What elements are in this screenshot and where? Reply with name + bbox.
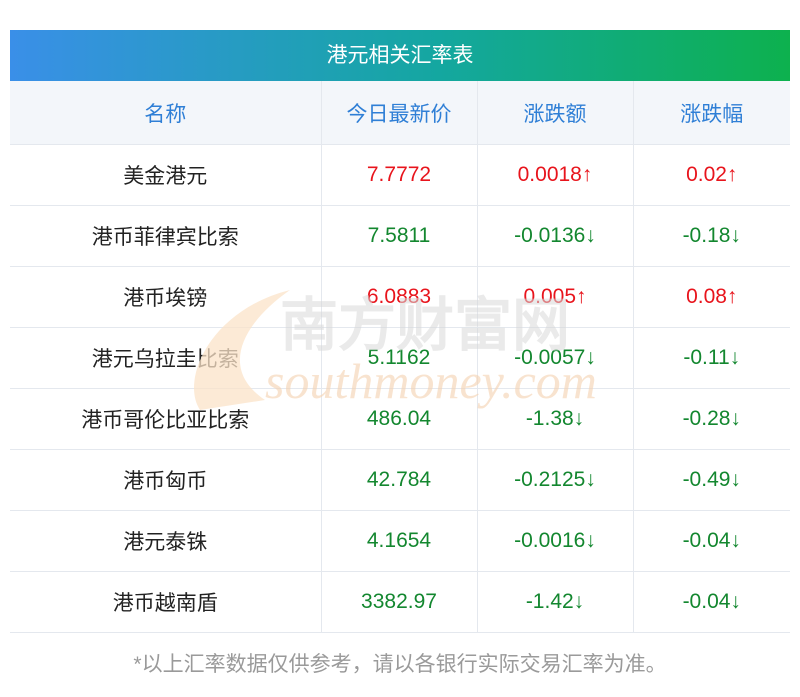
rate-table-container: 港元相关汇率表 名称 今日最新价 涨跌额 涨跌幅 美金港元 7.7772 0.0… (10, 30, 790, 633)
table-row: 港币埃镑 6.0883 0.005↑ 0.08↑ (10, 266, 790, 328)
table-row: 港元乌拉圭比索 5.1162 -0.0057↓ -0.11↓ (10, 327, 790, 389)
change-amount: 0.0018↑ (476, 144, 633, 206)
change-percent: 0.08↑ (632, 266, 790, 328)
latest-price: 42.784 (320, 449, 477, 511)
table-row: 港元泰铢 4.1654 -0.0016↓ -0.04↓ (10, 510, 790, 572)
table-row: 美金港元 7.7772 0.0018↑ 0.02↑ (10, 144, 790, 206)
change-percent: -0.11↓ (632, 327, 790, 389)
table-title: 港元相关汇率表 (10, 30, 790, 81)
latest-price: 7.5811 (320, 205, 477, 267)
table-body: 美金港元 7.7772 0.0018↑ 0.02↑ 港币菲律宾比索 7.5811… (10, 144, 790, 633)
change-amount: -1.38↓ (476, 388, 633, 450)
table-row: 港币哥伦比亚比索 486.04 -1.38↓ -0.28↓ (10, 388, 790, 450)
latest-price: 3382.97 (320, 571, 477, 633)
change-amount: -0.0057↓ (476, 327, 633, 389)
change-percent: 0.02↑ (632, 144, 790, 206)
latest-price: 5.1162 (320, 327, 477, 389)
header-change: 涨跌额 (476, 81, 633, 145)
rate-table: 名称 今日最新价 涨跌额 涨跌幅 美金港元 7.7772 0.0018↑ 0.0… (10, 81, 790, 633)
change-percent: -0.04↓ (632, 510, 790, 572)
header-price: 今日最新价 (320, 81, 477, 145)
currency-pair-name: 美金港元 (10, 144, 321, 206)
footnote: *以上汇率数据仅供参考，请以各银行实际交易汇率为准。 (133, 653, 667, 676)
currency-pair-name: 港币越南盾 (10, 571, 321, 633)
change-percent: -0.04↓ (632, 571, 790, 633)
change-amount: -0.2125↓ (476, 449, 633, 511)
change-amount: -0.0016↓ (476, 510, 633, 572)
currency-pair-name: 港币哥伦比亚比索 (10, 388, 321, 450)
change-amount: -0.0136↓ (476, 205, 633, 267)
latest-price: 6.0883 (320, 266, 477, 328)
currency-pair-name: 港币菲律宾比索 (10, 205, 321, 267)
table-header-row: 名称 今日最新价 涨跌额 涨跌幅 (10, 81, 790, 145)
latest-price: 4.1654 (320, 510, 477, 572)
currency-pair-name: 港币埃镑 (10, 266, 321, 328)
table-row: 港币菲律宾比索 7.5811 -0.0136↓ -0.18↓ (10, 205, 790, 267)
header-pct: 涨跌幅 (632, 81, 790, 145)
latest-price: 7.7772 (320, 144, 477, 206)
table-row: 港币匈币 42.784 -0.2125↓ -0.49↓ (10, 449, 790, 511)
change-percent: -0.18↓ (632, 205, 790, 267)
change-amount: -1.42↓ (476, 571, 633, 633)
table-row: 港币越南盾 3382.97 -1.42↓ -0.04↓ (10, 571, 790, 633)
header-name: 名称 (10, 81, 321, 145)
currency-pair-name: 港元泰铢 (10, 510, 321, 572)
latest-price: 486.04 (320, 388, 477, 450)
change-percent: -0.49↓ (632, 449, 790, 511)
currency-pair-name: 港元乌拉圭比索 (10, 327, 321, 389)
change-percent: -0.28↓ (632, 388, 790, 450)
currency-pair-name: 港币匈币 (10, 449, 321, 511)
change-amount: 0.005↑ (476, 266, 633, 328)
